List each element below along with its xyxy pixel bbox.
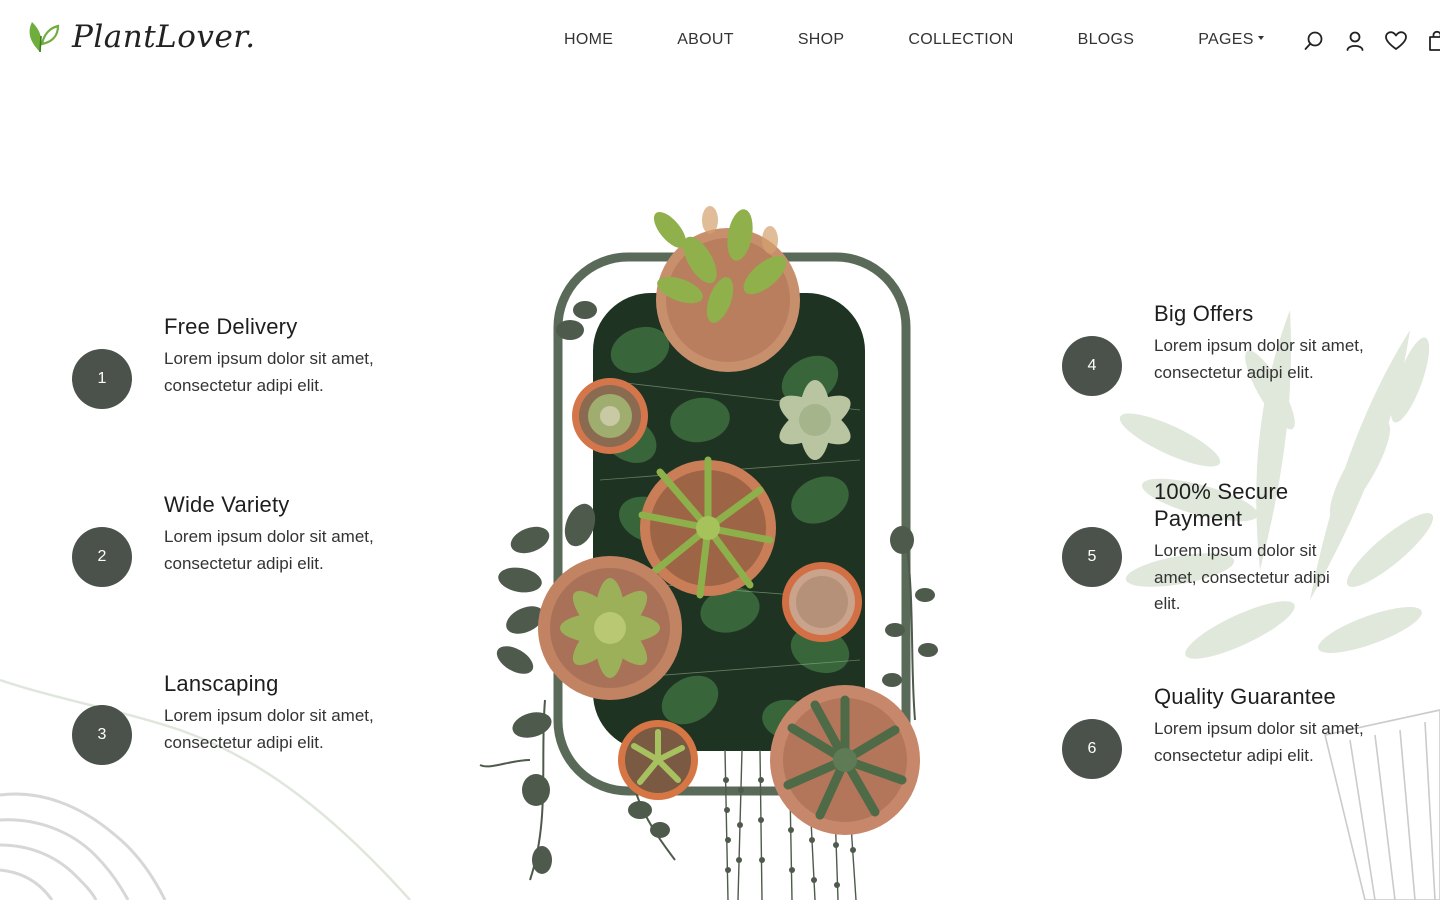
feature-description: Lorem ipsum dolor sit amet, consectetur … (164, 706, 374, 752)
feature-description: Lorem ipsum dolor sit amet, consectetur … (164, 527, 374, 573)
nav-collection-label: COLLECTION (908, 31, 1014, 48)
nav-shop-label: SHOP (797, 31, 845, 48)
feature-title: Lanscaping (164, 671, 279, 696)
bag-icon[interactable] (1425, 29, 1440, 53)
feature-title: 100% Secure Payment (1154, 479, 1289, 531)
feature-description: Lorem ipsum dolor sit amet, consectetur … (1154, 541, 1330, 613)
leaf-logo-icon (26, 14, 60, 59)
nav-pages-label: PAGES (1198, 31, 1254, 48)
nav-about[interactable]: ABOUT (677, 31, 734, 49)
nav-collection[interactable]: COLLECTION (908, 31, 1013, 49)
nav-home[interactable]: HOME (564, 31, 613, 49)
brand-logo[interactable]: PlantLover. (26, 14, 256, 59)
feature-description: Lorem ipsum dolor sit amet, consectetur … (1154, 719, 1364, 765)
feature-description: Lorem ipsum dolor sit amet, consectetur … (164, 349, 374, 395)
feature-title: Wide Variety (164, 492, 290, 517)
main-nav: HOME ABOUT SHOP COLLECTION BLOGS PAGES (564, 31, 1264, 49)
nav-home-label: HOME (564, 31, 614, 48)
plant-showcase-illustration (479, 206, 938, 900)
feature-title: Big Offers (1154, 301, 1254, 326)
feature-number-badge: 3 (72, 705, 132, 765)
nav-shop[interactable]: SHOP (798, 31, 845, 49)
feature-title: Quality Guarantee (1154, 684, 1336, 709)
feature-description: Lorem ipsum dolor sit amet, consectetur … (1154, 336, 1364, 382)
heart-icon[interactable] (1384, 29, 1408, 53)
search-icon[interactable] (1302, 29, 1326, 53)
nav-pages-dropdown[interactable]: PAGES (1198, 31, 1264, 49)
feature-title: Free Delivery (164, 314, 298, 339)
nav-blogs-label: BLOGS (1077, 31, 1135, 48)
brand-name: PlantLover. (72, 18, 256, 55)
feature-number-badge: 2 (72, 527, 132, 587)
user-icon[interactable] (1343, 29, 1367, 53)
header-actions (1302, 29, 1440, 53)
caret-down-icon (1257, 35, 1264, 40)
feature-number-badge: 6 (1062, 719, 1122, 779)
feature-number-badge: 1 (72, 349, 132, 409)
feature-number-badge: 4 (1062, 336, 1122, 396)
feature-number-badge: 5 (1062, 527, 1122, 587)
nav-blogs[interactable]: BLOGS (1078, 31, 1135, 49)
nav-about-label: ABOUT (677, 31, 734, 48)
site-header: PlantLover. HOME ABOUT SHOP COLLECTION B… (0, 0, 1440, 82)
